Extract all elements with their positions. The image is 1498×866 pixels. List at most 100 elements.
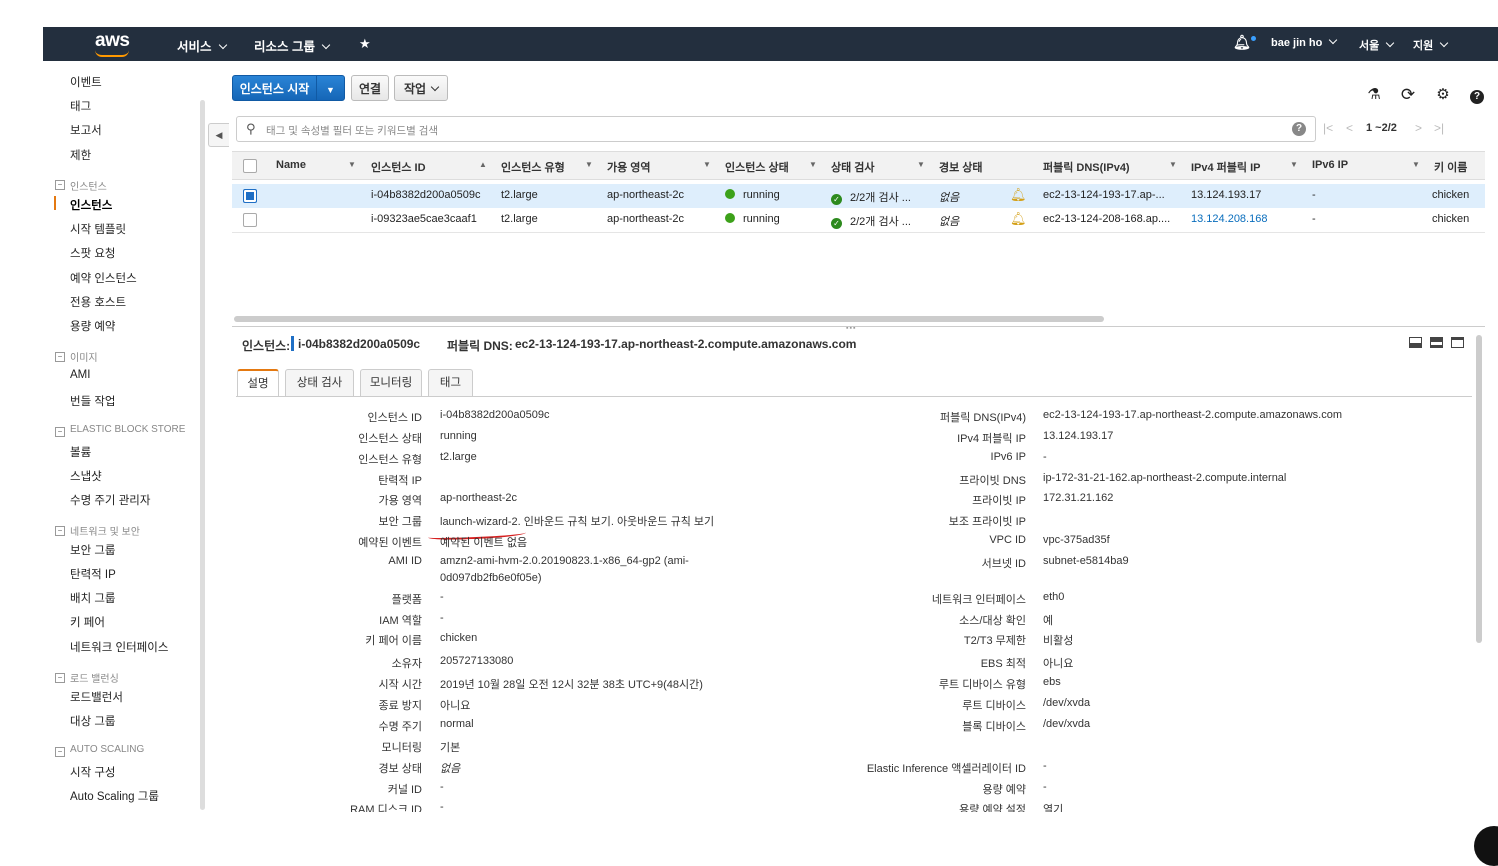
security-group-link[interactable]: launch-wizard-2. 인바운드 규칙 보기. 아웃바운드 규칙 보기 xyxy=(440,513,714,529)
column-header-key-name[interactable]: 키 이름 xyxy=(1434,159,1467,175)
vpc-id-link[interactable]: vpc-375ad35f xyxy=(1043,534,1110,546)
collapse-icon[interactable]: − xyxy=(55,352,65,362)
sidebar-item-events[interactable]: 이벤트 xyxy=(70,74,102,90)
sidebar-item-reports[interactable]: 보고서 xyxy=(70,122,102,138)
collapse-icon[interactable]: − xyxy=(55,673,65,683)
column-header-availability-zone[interactable]: 가용 영역 xyxy=(607,159,651,175)
splitter-grip-icon[interactable]: ▪▪▪ xyxy=(846,325,856,332)
collapse-icon[interactable]: − xyxy=(55,427,65,437)
detail-vertical-scrollbar[interactable] xyxy=(1476,335,1482,643)
sidebar-item-dedicated-hosts[interactable]: 전용 호스트 xyxy=(70,294,126,310)
table-horizontal-scrollbar[interactable] xyxy=(234,316,1104,322)
panel-maximize-icon[interactable] xyxy=(1451,337,1464,348)
sidebar-section-auto-scaling[interactable]: AUTO SCALING xyxy=(70,744,144,755)
gear-icon[interactable]: ⚙ xyxy=(1435,87,1451,103)
launch-instance-button[interactable]: 인스턴스 시작 xyxy=(232,75,317,101)
sidebar-item-elastic-ips[interactable]: 탄력적 IP xyxy=(70,566,116,582)
collapse-icon[interactable]: − xyxy=(55,180,65,190)
search-input[interactable]: 태그 및 속성별 필터 또는 키워드별 검색 xyxy=(266,123,438,138)
sidebar-item-launch-templates[interactable]: 시작 템플릿 xyxy=(70,221,126,237)
sidebar-item-lifecycle-manager[interactable]: 수명 주기 관리자 xyxy=(70,492,150,508)
support-menu[interactable]: 지원 xyxy=(1413,37,1449,53)
panel-splitter[interactable] xyxy=(232,326,1485,327)
block-device-link[interactable]: /dev/xvda xyxy=(1043,718,1090,730)
tab-description[interactable]: 설명 xyxy=(237,369,279,397)
column-header-public-ip[interactable]: IPv4 퍼블릭 IP xyxy=(1191,159,1261,175)
panel-split-icon[interactable] xyxy=(1430,337,1443,348)
sort-icon[interactable]: ▼ xyxy=(585,160,593,169)
sort-asc-icon[interactable]: ▲ xyxy=(479,160,487,169)
sidebar-item-reserved-instances[interactable]: 예약 인스턴스 xyxy=(70,270,137,286)
row-checkbox[interactable] xyxy=(243,189,257,203)
sidebar-item-bundle-tasks[interactable]: 번들 작업 xyxy=(70,393,116,409)
sidebar-item-capacity-reservations[interactable]: 용량 예약 xyxy=(70,318,116,334)
actions-button[interactable]: 작업 xyxy=(394,75,448,101)
column-header-instance-id[interactable]: 인스턴스 ID xyxy=(371,159,426,175)
sidebar-item-ami[interactable]: AMI xyxy=(70,369,90,381)
collapse-icon[interactable]: − xyxy=(55,526,65,536)
first-page-icon[interactable]: |< xyxy=(1323,121,1333,135)
table-row[interactable]: i-04b8382d200a0509c t2.large ap-northeas… xyxy=(232,184,1485,208)
aws-logo[interactable]: aws xyxy=(95,30,130,52)
sidebar-item-spot-requests[interactable]: 스팟 요청 xyxy=(70,245,116,261)
sidebar-item-tags[interactable]: 태그 xyxy=(70,98,91,114)
help-icon[interactable]: ? xyxy=(1469,87,1485,104)
column-header-status-checks[interactable]: 상태 검사 xyxy=(831,159,875,175)
sidebar-scrollbar[interactable] xyxy=(200,100,205,810)
next-page-icon[interactable]: > xyxy=(1415,121,1422,135)
sort-icon[interactable]: ▼ xyxy=(1290,160,1298,169)
sidebar-item-launch-configurations[interactable]: 시작 구성 xyxy=(70,764,116,780)
sidebar-section-ebs[interactable]: ELASTIC BLOCK STORE xyxy=(70,424,185,435)
collapse-sidebar-button[interactable]: ◀ xyxy=(208,123,229,147)
last-page-icon[interactable]: >| xyxy=(1434,121,1444,135)
sort-icon[interactable]: ▼ xyxy=(348,160,356,169)
network-interface-link[interactable]: eth0 xyxy=(1043,591,1064,603)
select-all-checkbox[interactable] xyxy=(243,159,257,173)
alarm-bell-icon[interactable]: 🔔︎ xyxy=(1010,211,1027,227)
subnet-id-link[interactable]: subnet-e5814ba9 xyxy=(1043,555,1129,567)
sidebar-item-snapshots[interactable]: 스냅샷 xyxy=(70,468,102,484)
region-menu[interactable]: 서울 xyxy=(1359,37,1395,53)
table-row[interactable]: i-09323ae5cae3caaf1 t2.large ap-northeas… xyxy=(232,208,1485,232)
sidebar-item-limits[interactable]: 제한 xyxy=(70,147,91,163)
column-header-ipv6[interactable]: IPv6 IP xyxy=(1312,159,1348,171)
sort-icon[interactable]: ▼ xyxy=(1412,160,1420,169)
sidebar-section-load-balancing[interactable]: 로드 밸런싱 xyxy=(70,670,119,685)
filter-search-bar[interactable]: ⚲ 태그 및 속성별 필터 또는 키워드별 검색 ? xyxy=(236,116,1316,142)
sort-icon[interactable]: ▼ xyxy=(917,160,925,169)
row-checkbox[interactable] xyxy=(243,213,257,227)
sidebar-section-network-security[interactable]: 네트워크 및 보안 xyxy=(70,523,140,538)
column-header-instance-state[interactable]: 인스턴스 상태 xyxy=(725,159,789,175)
refresh-icon[interactable]: ⟳ xyxy=(1400,86,1416,103)
sidebar-section-images[interactable]: 이미지 xyxy=(70,349,98,364)
panel-bottom-icon[interactable] xyxy=(1409,337,1422,348)
ami-id-link[interactable]: amzn2-ami-hvm-2.0.20190823.1-x86_64-gp2 … xyxy=(440,555,689,567)
sidebar-item-placement-groups[interactable]: 배치 그룹 xyxy=(70,590,116,606)
sidebar-section-instances[interactable]: 인스턴스 xyxy=(70,178,107,193)
cell-status-checks[interactable]: ✓ 2/2개 검사 ... xyxy=(831,189,911,205)
ami-id-link-line2[interactable]: 0d097db2fb6e0f05e) xyxy=(440,572,542,584)
column-header-public-dns[interactable]: 퍼블릭 DNS(IPv4) xyxy=(1043,159,1130,175)
sidebar-item-instances[interactable]: 인스턴스 xyxy=(70,197,112,213)
tab-tags[interactable]: 태그 xyxy=(428,369,473,396)
column-header-instance-type[interactable]: 인스턴스 유형 xyxy=(501,159,565,175)
flask-icon[interactable]: ⚗ xyxy=(1366,87,1382,103)
sort-icon[interactable]: ▼ xyxy=(703,160,711,169)
tab-status-checks[interactable]: 상태 검사 xyxy=(285,369,354,396)
pin-icon[interactable]: ★ xyxy=(359,36,371,52)
root-device-link[interactable]: /dev/xvda xyxy=(1043,697,1090,709)
collapse-icon[interactable]: − xyxy=(55,747,65,757)
user-menu[interactable]: bae jin ho xyxy=(1271,35,1338,49)
column-header-alarm-status[interactable]: 경보 상태 xyxy=(939,159,983,175)
connect-button[interactable]: 연결 xyxy=(351,75,389,101)
prev-page-icon[interactable]: < xyxy=(1346,121,1353,135)
sidebar-item-load-balancers[interactable]: 로드밸런서 xyxy=(70,689,123,705)
sidebar-item-volumes[interactable]: 볼륨 xyxy=(70,444,91,460)
alarm-bell-icon[interactable]: 🔔︎ xyxy=(1010,187,1027,203)
sidebar-item-network-interfaces[interactable]: 네트워크 인터페이스 xyxy=(70,639,168,655)
launch-instance-dropdown[interactable]: ▼ xyxy=(316,75,345,101)
cell-status-checks[interactable]: ✓ 2/2개 검사 ... xyxy=(831,213,911,229)
resource-groups-menu[interactable]: 리소스 그룹 xyxy=(254,36,331,55)
sort-icon[interactable]: ▼ xyxy=(809,160,817,169)
services-menu[interactable]: 서비스 xyxy=(177,36,227,55)
